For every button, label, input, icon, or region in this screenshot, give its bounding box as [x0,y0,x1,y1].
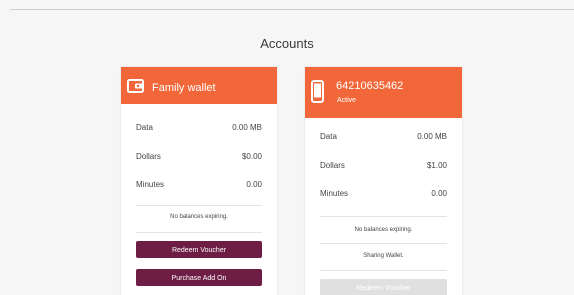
balance-value: 0.00 MB [232,123,262,132]
page-title: Accounts [260,36,314,51]
balance-row-minutes: Minutes 0.00 [320,189,447,199]
sharing-note: Sharing Wallet. [363,253,404,259]
divider [136,232,262,233]
family-wallet-card: Family wallet Data 0.00 MB Dollars $0.00… [121,67,277,295]
account-name: Family wallet [152,82,216,94]
accounts-page: Accounts Family wallet Data 0.00 MB Doll… [0,0,574,295]
balance-row-data: Data 0.00 MB [136,123,262,133]
balance-value: 0.00 MB [417,132,447,141]
balance-value: $0.00 [241,152,262,161]
account-number: 64210635462 [336,80,404,92]
redeem-voucher-button[interactable]: Redeem Voucher [136,241,262,258]
divider [320,243,447,244]
redeem-voucher-button[interactable]: Redeem Voucher [320,279,447,295]
expiry-note: No balances expiring. [354,227,413,233]
purchase-add-on-button[interactable]: Purchase Add On [136,269,262,286]
balance-label: Data [320,132,337,141]
balance-value: 0.00 [431,189,447,198]
phone-account-card: 64210635462 Active Data 0.00 MB Dollars … [305,67,462,295]
wallet-icon [127,79,144,98]
balance-label: Dollars [136,152,161,161]
card-header: 64210635462 Active [305,67,462,118]
balance-row-minutes: Minutes 0.00 [136,180,262,190]
balance-label: Data [136,123,153,132]
balance-value: $1.00 [426,161,447,170]
balance-label: Dollars [320,161,345,170]
balance-row-data: Data 0.00 MB [320,132,447,142]
balance-label: Minutes [136,180,165,189]
card-header: Family wallet [121,67,277,104]
status-text: Active [337,97,357,104]
expiry-note: No balances expiring. [170,214,228,220]
phone-icon [311,80,324,108]
divider [320,270,447,271]
balance-row-dollars: Dollars $1.00 [320,161,447,171]
balance-row-dollars: Dollars $0.00 [136,152,262,162]
divider [136,205,262,206]
top-divider [10,9,574,10]
divider [320,216,447,217]
balance-label: Minutes [320,189,349,198]
balance-value: 0.00 [246,180,262,189]
